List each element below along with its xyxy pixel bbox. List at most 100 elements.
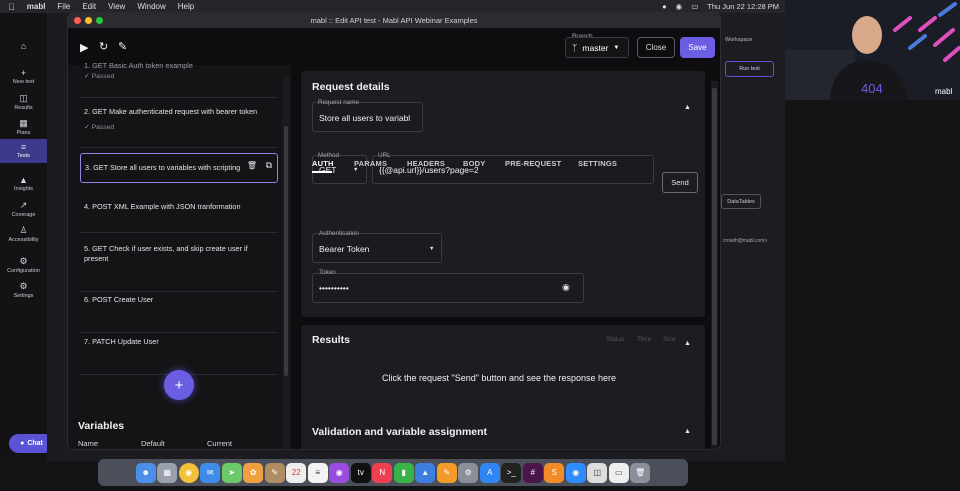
step-item[interactable]: 4. POST XML Example with JSON tranformat… <box>80 198 278 233</box>
numbers-icon[interactable]: ▮ <box>393 462 414 483</box>
steps-scrollbar[interactable] <box>284 126 288 376</box>
eye-off-icon[interactable]: ◉ <box>562 282 570 293</box>
tab-settings[interactable]: SETTINGS <box>578 159 617 168</box>
maps-icon[interactable]: ➤ <box>221 462 242 483</box>
tv-icon[interactable]: tv <box>350 462 371 483</box>
tab-headers[interactable]: HEADERS <box>407 159 445 168</box>
menu-view[interactable]: View <box>108 2 125 11</box>
pages-icon[interactable]: ✎ <box>436 462 457 483</box>
save-button[interactable]: Save <box>680 37 715 58</box>
nav-results[interactable]: ◫ Results <box>0 93 47 111</box>
results-col-time: Time <box>637 336 652 343</box>
send-button[interactable]: Send <box>662 172 698 193</box>
datatables-button[interactable]: DataTables <box>721 194 761 209</box>
url-label: URL <box>378 152 391 159</box>
tab-pre-request[interactable]: PRE-REQUEST <box>505 159 561 168</box>
menu-edit[interactable]: Edit <box>82 2 96 11</box>
token-field[interactable] <box>312 273 584 303</box>
system-settings-icon[interactable]: ⚙ <box>458 462 479 483</box>
appstore-icon[interactable]: A <box>479 462 500 483</box>
run-icon[interactable]: ▶ <box>80 41 88 54</box>
sequel-icon[interactable]: ◫ <box>587 462 608 483</box>
add-step-button[interactable]: + <box>164 370 194 400</box>
chrome-icon[interactable]: ◉ <box>178 462 199 483</box>
nav-settings[interactable]: ⚙ Settings <box>0 281 47 299</box>
step-title: 4. POST XML Example with JSON tranformat… <box>84 202 241 211</box>
clock[interactable]: Thu Jun 22 12:28 PM <box>707 2 779 11</box>
request-scrollbar[interactable] <box>712 88 717 445</box>
wifi-icon[interactable]: ◉ <box>676 2 683 11</box>
nav-new-test[interactable]: + New test <box>0 68 47 85</box>
chevron-up-icon[interactable]: ▲ <box>684 104 691 111</box>
menu-app-name[interactable]: mabl <box>27 2 46 11</box>
step-item-selected[interactable]: 3. GET Store all users to variables with… <box>80 153 278 183</box>
tab-auth[interactable]: AUTH <box>312 159 334 168</box>
photos-icon[interactable]: ✿ <box>243 462 264 483</box>
nav-home[interactable]: ⌂ <box>0 41 47 52</box>
chevron-down-icon: ▼ <box>429 246 435 252</box>
insights-icon: ▲ <box>19 175 28 185</box>
maximize-window-icon[interactable] <box>96 17 103 24</box>
nav-plans[interactable]: ▦ Plans <box>0 118 47 136</box>
delete-icon[interactable]: 🗑 <box>247 161 257 170</box>
menu-help[interactable]: Help <box>178 2 194 11</box>
app-sidebar: ⌂ + New test ◫ Results ▦ Plans ≡ Tests ▲ Insi… <box>0 13 47 461</box>
workspace-label[interactable]: Workspace <box>725 37 752 43</box>
step-item[interactable]: 5. GET Check if user exists, and skip cr… <box>80 240 278 292</box>
tab-params[interactable]: PARAMS <box>354 159 387 168</box>
step-status: Passed <box>91 73 115 80</box>
results-icon: ◫ <box>19 93 28 103</box>
configuration-icon: ⚙ <box>19 256 28 266</box>
refresh-icon[interactable]: ↻ <box>99 40 108 53</box>
nav-accessibility[interactable]: ♙ Accessibility <box>0 225 47 243</box>
step-item[interactable]: 7. PATCH Update User <box>80 333 278 375</box>
terminal-icon[interactable]: >_ <box>501 462 522 483</box>
slack-icon[interactable]: # <box>522 462 543 483</box>
token-value[interactable]: •••••••••• <box>319 283 349 293</box>
mail-icon[interactable]: ✉ <box>200 462 221 483</box>
request-name-value[interactable]: Store all users to variabl <box>319 113 419 123</box>
news-icon[interactable]: N <box>372 462 393 483</box>
menu-bar:  mabl File Edit View Window Help ● ◉ ▭ … <box>0 0 785 13</box>
launchpad-icon[interactable]: ▦ <box>157 462 178 483</box>
preview-icon[interactable]: ▭ <box>608 462 629 483</box>
variables-col-default: Default <box>141 439 165 448</box>
podcasts-icon[interactable]: ◉ <box>329 462 350 483</box>
step-title: 7. PATCH Update User <box>84 337 159 346</box>
menu-file[interactable]: File <box>57 2 70 11</box>
variables-col-name: Name <box>78 439 99 448</box>
close-window-icon[interactable] <box>74 17 81 24</box>
zoom-icon[interactable]: ◉ <box>565 462 586 483</box>
step-item[interactable]: 1. GET Basic Auth token example ✓ Passed <box>80 61 278 98</box>
nav-coverage[interactable]: ↗ Coverage <box>0 200 47 218</box>
step-item[interactable]: 6. POST Create User <box>80 291 278 333</box>
sublime-icon[interactable]: S <box>544 462 565 483</box>
apple-icon[interactable]:  <box>8 2 15 12</box>
run-test-button[interactable]: Run test <box>725 61 774 77</box>
close-button[interactable]: Close <box>637 37 675 58</box>
notes-icon[interactable]: ✎ <box>264 462 285 483</box>
minimize-window-icon[interactable] <box>85 17 92 24</box>
menu-window[interactable]: Window <box>137 2 165 11</box>
chevron-up-icon[interactable]: ▲ <box>684 340 691 347</box>
method-label: Method <box>318 152 340 159</box>
nav-configuration[interactable]: ⚙ Configuration <box>0 256 47 274</box>
step-item[interactable]: 2. GET Make authenticated request with b… <box>80 103 278 148</box>
edit-pencil-icon[interactable]: ✎ <box>118 40 127 53</box>
finder-icon[interactable]: ☻ <box>135 462 156 483</box>
email-snippet: crowth@mabl.com> <box>723 238 768 244</box>
nav-tests[interactable]: ≡ Tests <box>0 139 47 163</box>
chevron-up-icon[interactable]: ▲ <box>684 428 691 435</box>
results-col-size: Size <box>663 336 676 343</box>
keynote-icon[interactable]: ▲ <box>415 462 436 483</box>
svg-text:mabl: mabl <box>935 87 953 96</box>
tab-body[interactable]: BODY <box>463 159 485 168</box>
status-icon[interactable]: ● <box>662 2 667 11</box>
reminders-icon[interactable]: ≡ <box>307 462 328 483</box>
calendar-icon[interactable]: 22 <box>286 462 307 483</box>
branch-select[interactable]: ᛉ master ▼ <box>565 37 629 58</box>
battery-icon[interactable]: ▭ <box>691 2 698 11</box>
nav-insights[interactable]: ▲ Insights <box>0 175 47 192</box>
duplicate-icon[interactable]: ⧉ <box>266 160 272 171</box>
trash-icon[interactable]: 🗑 <box>630 462 651 483</box>
